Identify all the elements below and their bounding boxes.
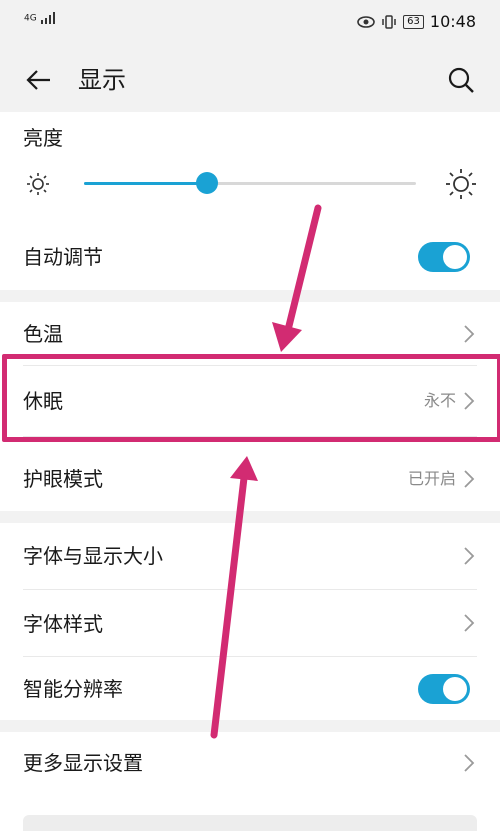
arrow-up-icon bbox=[210, 456, 258, 739]
annotation-arrows bbox=[210, 204, 322, 739]
arrow-down-icon bbox=[272, 204, 322, 352]
